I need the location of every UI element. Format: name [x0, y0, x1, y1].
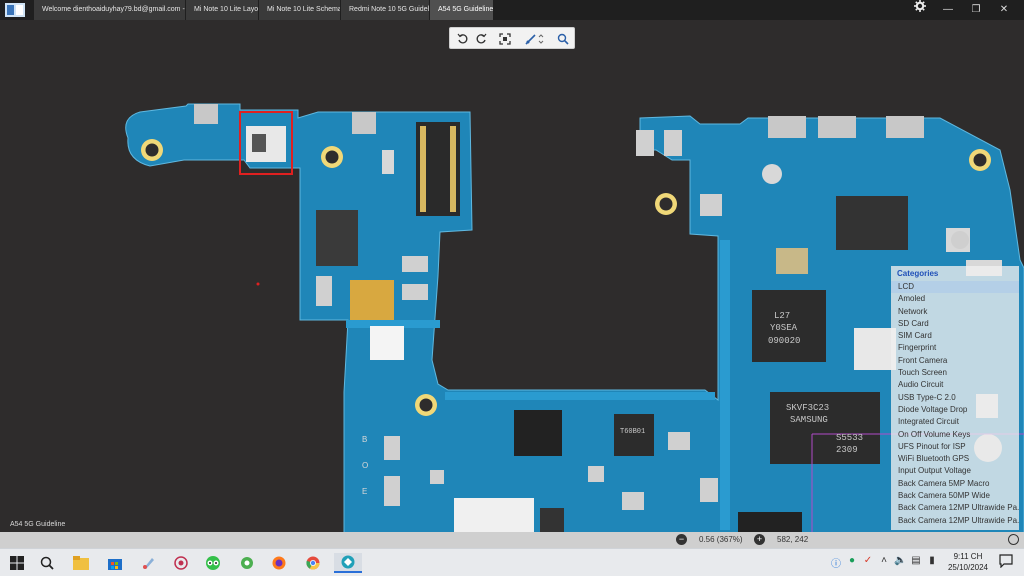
cursor-coordinates: 582, 242	[777, 535, 809, 544]
tab-redmi-note-10-5g-guideline[interactable]: Redmi Note 10 5G Guideline	[341, 0, 430, 20]
sync-icon[interactable]: ●	[846, 555, 858, 569]
tab-mi-note-10-lite-layout[interactable]: Mi Note 10 Lite Layout	[186, 0, 259, 20]
board-marking-o: O	[362, 461, 368, 470]
category-back-camera-5mp[interactable]: Back Camera 5MP Macro	[891, 478, 1019, 490]
tab-welcome[interactable]: Welcome dienthoaiduyhay79.bd@gmail.com -…	[34, 0, 186, 20]
cpu-label-1: L27	[774, 311, 790, 321]
search-taskbar-icon[interactable]	[36, 553, 58, 573]
category-network[interactable]: Network	[891, 306, 1019, 318]
rotate-right-icon[interactable]	[472, 30, 490, 48]
volume-icon[interactable]: 🔈	[894, 555, 906, 569]
category-wifi-bluetooth-gps[interactable]: WiFi Bluetooth GPS	[891, 453, 1019, 465]
board-viewer[interactable]: L27 Y0SEA 090020 SKVF3C23 SAMSUNG S5533 …	[0, 20, 1024, 548]
clock-time[interactable]: 9:11 CH	[948, 552, 988, 561]
clock-date[interactable]: 25/10/2024	[942, 563, 994, 572]
category-back-camera-50mp[interactable]: Back Camera 50MP Wide	[891, 490, 1019, 502]
store-icon[interactable]	[104, 553, 126, 573]
category-diode-voltage-drop[interactable]: Diode Voltage Drop	[891, 404, 1019, 416]
ufs-label-3: S5533	[836, 433, 863, 443]
status-bar: − 0.56 (367%) + 582, 242	[0, 532, 1024, 548]
network-icon[interactable]: ▤	[910, 555, 922, 569]
category-touch-screen[interactable]: Touch Screen	[891, 367, 1019, 379]
category-ufs-pinout[interactable]: UFS Pinout for ISP	[891, 441, 1019, 453]
notification-icon[interactable]	[998, 554, 1014, 570]
network-tool-icon[interactable]	[170, 553, 192, 573]
category-lcd[interactable]: LCD	[891, 281, 1019, 294]
dropdown-icon[interactable]	[536, 30, 546, 48]
chrome-icon[interactable]	[302, 553, 324, 573]
rotate-left-icon[interactable]	[454, 30, 472, 48]
maximize-icon[interactable]: ❐	[962, 0, 990, 20]
category-on-off-volume-keys[interactable]: On Off Volume Keys	[891, 429, 1019, 441]
paint-app-icon[interactable]	[138, 553, 160, 573]
tab-mi-note-10-lite-schematic[interactable]: Mi Note 10 Lite Schematic	[259, 0, 341, 20]
taskbar: ⓘ ● ✓ ˄ 🔈 ▤ ▮ 9:11 CH 25/10/2024	[0, 548, 1024, 576]
fit-screen-icon[interactable]	[496, 30, 514, 48]
category-sd-card[interactable]: SD Card	[891, 318, 1019, 330]
small-chip-label: T60B01	[620, 428, 645, 436]
categories-title: Categories	[897, 269, 939, 278]
tripadvisor-icon[interactable]	[202, 553, 224, 573]
close-icon[interactable]: ✕	[990, 0, 1018, 20]
category-amoled[interactable]: Amoled	[891, 293, 1019, 305]
cpu-label-3: 090020	[768, 336, 800, 346]
zoom-out-icon[interactable]: −	[676, 534, 687, 545]
category-integrated-circuit[interactable]: Integrated Circuit	[891, 416, 1019, 428]
zoom-in-icon[interactable]: +	[754, 534, 765, 545]
orion-app-icon[interactable]	[334, 553, 362, 573]
categories-panel: Categories LCD Amoled Network SD Card SI…	[891, 266, 1019, 530]
ufs-label-2: SAMSUNG	[790, 415, 828, 425]
category-fingerprint[interactable]: Fingerprint	[891, 342, 1019, 354]
file-explorer-icon[interactable]	[70, 553, 92, 573]
category-audio-circuit[interactable]: Audio Circuit	[891, 379, 1019, 391]
ufs-label-4: 2309	[836, 445, 858, 455]
firefox-icon[interactable]	[268, 553, 290, 573]
board-marking-e: E	[362, 487, 367, 496]
cpu-label-2: Y0SEA	[770, 323, 798, 333]
pcb-board-image[interactable]: L27 Y0SEA 090020 SKVF3C23 SAMSUNG S5533 …	[0, 20, 1024, 548]
category-input-output-voltage[interactable]: Input Output Voltage	[891, 465, 1019, 477]
tab-a54-5g-guideline[interactable]: A54 5G Guideline	[430, 0, 494, 20]
chevron-up-icon[interactable]: ˄	[878, 555, 890, 569]
ufs-label-1: SKVF3C23	[786, 403, 829, 413]
windows-start-icon[interactable]	[6, 553, 28, 573]
app-logo-icon	[5, 3, 25, 17]
tool-app-icon[interactable]	[236, 553, 258, 573]
categories-list: LCD Amoled Network SD Card SIM Card Fing…	[891, 281, 1019, 527]
category-usb-type-c[interactable]: USB Type-C 2.0	[891, 392, 1019, 404]
info-icon[interactable]: ⓘ	[830, 555, 842, 570]
battery-icon[interactable]: ▮	[926, 555, 938, 569]
title-bar: Welcome dienthoaiduyhay79.bd@gmail.com -…	[0, 0, 1024, 20]
category-back-camera-12mp-1[interactable]: Back Camera 12MP Ultrawide Pa...	[891, 502, 1019, 514]
reset-view-icon[interactable]	[1008, 534, 1019, 545]
board-marking-b: B	[362, 435, 367, 444]
view-toolbar	[449, 27, 575, 49]
category-front-camera[interactable]: Front Camera	[891, 355, 1019, 367]
zoom-level: 0.56 (367%)	[699, 535, 743, 544]
check-icon[interactable]: ✓	[862, 555, 874, 569]
search-icon[interactable]	[554, 30, 572, 48]
document-label: A54 5G Guideline	[10, 521, 66, 528]
category-sim-card[interactable]: SIM Card	[891, 330, 1019, 342]
category-back-camera-12mp-2[interactable]: Back Camera 12MP Ultrawide Pa...	[891, 515, 1019, 527]
minimize-icon[interactable]: —	[934, 0, 962, 20]
settings-icon[interactable]	[906, 0, 934, 20]
